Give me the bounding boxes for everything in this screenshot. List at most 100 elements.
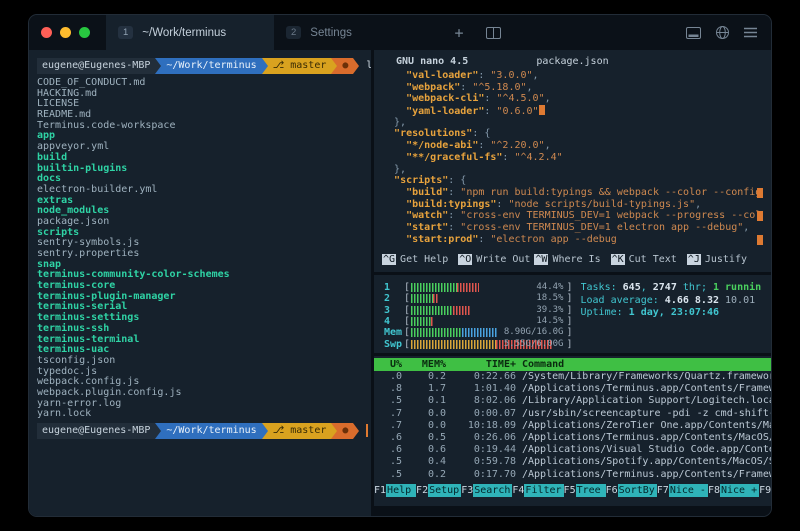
shortcut-label: Where Is: [552, 254, 600, 265]
nano-line: "scripts": {: [382, 175, 763, 187]
bracket: [: [404, 339, 410, 350]
prompt-user: eugene@Eugenes-MBP: [37, 58, 155, 74]
fn-key: F3Search: [461, 484, 512, 497]
code-token: [382, 222, 406, 233]
prompt-git-branch: ⎇ master: [268, 423, 332, 439]
fn-key-label: Search: [473, 484, 512, 497]
info-token: Load average:: [581, 295, 665, 306]
code-token: ,: [527, 82, 533, 93]
shortcut-label: Cut Text: [629, 254, 677, 265]
bracket: ]: [566, 305, 572, 316]
file-item: appveyor.yml: [37, 142, 363, 153]
tab-settings[interactable]: 2 Settings: [274, 15, 442, 50]
fn-key-number: F4: [512, 484, 524, 497]
code-token: [382, 128, 394, 139]
close-button[interactable]: [41, 27, 52, 38]
info-token: 2747: [653, 282, 677, 293]
code-token: :: [484, 106, 496, 117]
process-row: .60.50:26.06/Applications/Terminus.app/C…: [374, 432, 771, 444]
nano-line: "yaml-loader": "0.6.0": [382, 105, 763, 117]
process-cell: /Applications/Visual Studio Code.app/Con…: [522, 444, 771, 456]
htop-info-line: Uptime: 1 day, 23:07:46: [581, 307, 762, 320]
globe-icon[interactable]: [716, 26, 729, 39]
process-cell: 0.0: [408, 408, 446, 420]
nano-buffer: "val-loader": "3.0.0", "webpack": "^5.18…: [382, 70, 763, 245]
file-item: electron-builder.yml: [37, 185, 363, 196]
nano-shortcut-row: ^GGet Help^OWrite Out^WWhere Is^KCut Tex…: [382, 254, 763, 265]
process-cell: .7: [376, 420, 402, 432]
meter-bar: 8.90G/16.0G: [411, 328, 565, 337]
fn-key: F6SortBy: [606, 484, 657, 497]
meter-segment: [411, 306, 453, 315]
file-item: sentry.properties: [37, 249, 363, 260]
column-header: U%: [376, 358, 402, 371]
nano-line: "val-loader": "3.0.0",: [382, 70, 763, 82]
nano-line: "build:typings": "node scripts/build-typ…: [382, 199, 763, 211]
nano-line: },: [382, 117, 763, 129]
info-token: 4.66: [665, 295, 695, 306]
code-token: :: [484, 93, 496, 104]
fn-key-number: F5: [564, 484, 576, 497]
meter-id: Swp: [384, 339, 404, 350]
meter-id: 1: [384, 282, 404, 293]
new-tab-button[interactable]: +: [442, 15, 476, 50]
zoom-button[interactable]: [79, 27, 90, 38]
powerline-arrow: [353, 423, 359, 439]
info-token: thr: [677, 282, 701, 293]
code-token: [382, 106, 406, 117]
fn-key: F4Filter: [512, 484, 563, 497]
shell-prompt: eugene@Eugenes-MBP ~/Work/terminus ⎇ mas…: [37, 422, 363, 439]
process-cell: .5: [376, 395, 402, 407]
tab-terminal[interactable]: 1 ~/Work/terminus: [106, 15, 274, 50]
info-token: 645: [623, 282, 641, 293]
fn-key-number: F2: [416, 484, 428, 497]
tab-index: 1: [118, 26, 133, 39]
nano-title-bar: GNU nano 4.5 package.json: [382, 54, 763, 70]
htop-meters-pane[interactable]: 1[44.4%]2[18.5%]3[39.3%]4[14.5%]Mem[8.90…: [374, 275, 771, 353]
bracket: ]: [566, 316, 572, 327]
nano-editor-pane[interactable]: GNU nano 4.5 package.json "val-loader": …: [374, 50, 771, 272]
process-cell: /Applications/Terminus.app/Contents/MacO…: [522, 432, 771, 444]
code-token: ,: [545, 93, 551, 104]
code-token: "node scripts/build-typings.js": [508, 199, 695, 210]
code-token: ,: [743, 222, 749, 233]
meter-bar: 44.4%: [411, 283, 565, 292]
process-cell: 10:18.09: [452, 420, 516, 432]
nano-line: "**/graceful-fs": "^4.2.4": [382, 152, 763, 164]
htop-process-pane[interactable]: U%MEM%TIME+Command .00.20:22.66/System/L…: [374, 356, 771, 506]
code-token: : {: [448, 175, 466, 186]
app-window: 1 ~/Work/terminus 2 Settings +: [28, 14, 772, 517]
line-continuation-marker: [757, 235, 763, 245]
fn-key: F1Help: [374, 484, 416, 497]
file-item: HACKING.md: [37, 89, 363, 100]
split-pane-icon[interactable]: [476, 15, 510, 50]
fn-key-label: Nice -: [669, 484, 708, 497]
meter-id: 2: [384, 293, 404, 304]
process-row: .50.18:02.06/Library/Application Support…: [374, 395, 771, 407]
process-cell: 0:26.06: [452, 432, 516, 444]
fn-key: F9Kill: [759, 484, 771, 497]
process-cell: .6: [376, 444, 402, 456]
file-item: build: [37, 153, 363, 164]
fn-key-label: SortBy: [618, 484, 657, 497]
info-token: 1 running: [713, 282, 761, 293]
file-item: terminus-ssh: [37, 324, 363, 335]
tab-title: Settings: [310, 27, 352, 39]
fn-key-number: F6: [606, 484, 618, 497]
minimize-button[interactable]: [60, 27, 71, 38]
code-token: :: [496, 199, 508, 210]
nano-line: },: [382, 164, 763, 176]
process-row: .70.00:00.07/usr/sbin/screencapture -pdi…: [374, 408, 771, 420]
code-token: "start:prod": [406, 234, 478, 245]
meter-segment: [411, 294, 433, 303]
meter: 4[14.5%]: [384, 316, 573, 327]
process-cell: 0:19.44: [452, 444, 516, 456]
dock-terminal-icon[interactable]: [686, 27, 701, 39]
column-header: TIME+: [452, 358, 516, 371]
terminal-pane[interactable]: eugene@Eugenes-MBP ~/Work/terminus ⎇ mas…: [29, 50, 371, 517]
nano-line: "*/node-abi": "^2.20.0",: [382, 140, 763, 152]
code-token: "electron app --debug: [490, 234, 616, 245]
info-token: Tasks:: [581, 282, 623, 293]
process-row: .70.010:18.09/Applications/ZeroTier One.…: [374, 420, 771, 432]
menu-icon[interactable]: [744, 27, 757, 38]
